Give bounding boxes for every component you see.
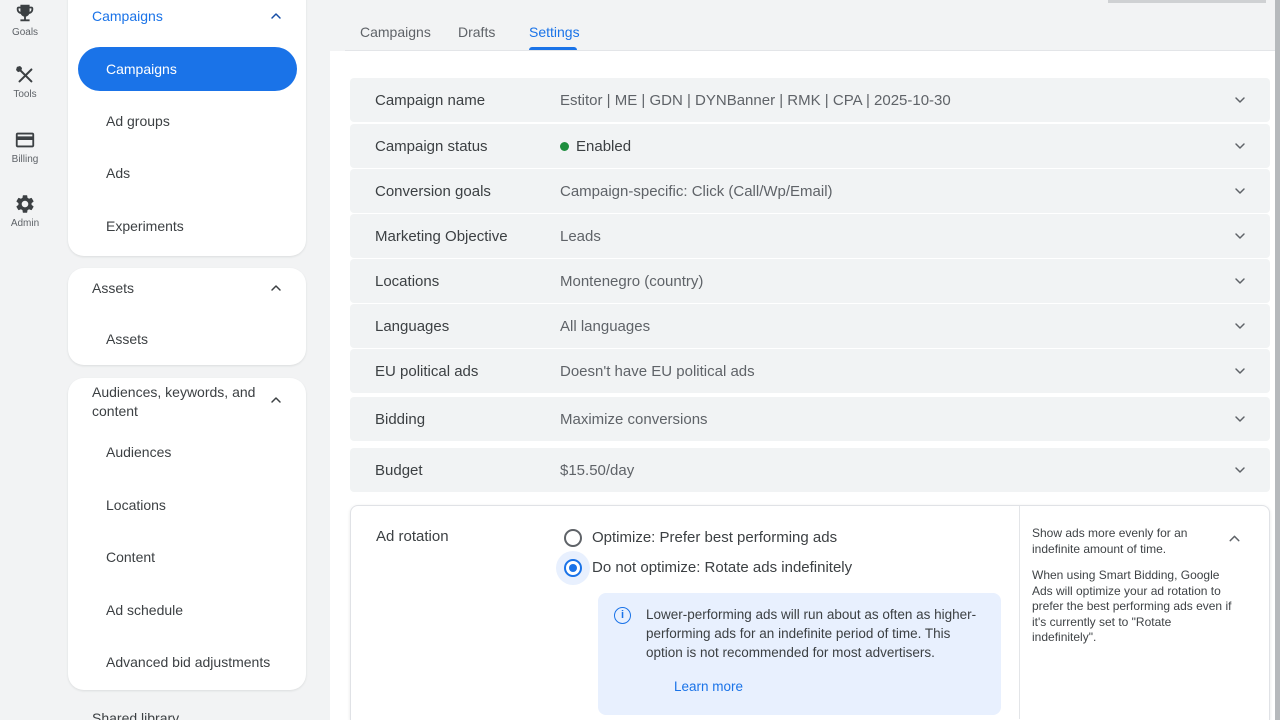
chevron-down-icon[interactable] bbox=[1232, 138, 1248, 154]
rail-item-goals[interactable]: Goals bbox=[0, 2, 50, 38]
chevron-down-icon[interactable] bbox=[1232, 363, 1248, 379]
settings-row-marketing-objective[interactable]: Marketing Objective Leads bbox=[350, 214, 1270, 258]
info-callout: i Lower-performing ads will run about as… bbox=[598, 593, 1001, 715]
nav-item-ad-groups[interactable]: Ad groups bbox=[106, 112, 170, 130]
chevron-up-icon[interactable] bbox=[1226, 530, 1243, 552]
nav-item-audiences[interactable]: Audiences bbox=[106, 443, 171, 461]
nav-section-title-audiences[interactable]: Audiences, keywords, and content bbox=[92, 383, 258, 421]
chevron-down-icon[interactable] bbox=[1232, 411, 1248, 427]
radio-label-optimize[interactable]: Optimize: Prefer best performing ads bbox=[592, 529, 837, 546]
nav-item-label: Campaigns bbox=[106, 61, 177, 77]
chevron-down-icon[interactable] bbox=[1232, 273, 1248, 289]
row-value: Enabled bbox=[576, 138, 631, 155]
gear-icon bbox=[0, 193, 50, 215]
row-value: Maximize conversions bbox=[560, 411, 708, 428]
settings-row-budget[interactable]: Budget $15.50/day bbox=[350, 448, 1270, 492]
settings-row-languages[interactable]: Languages All languages bbox=[350, 304, 1270, 348]
google-ads-screen: Goals Tools Billing Admin Campaigns Camp… bbox=[0, 0, 1280, 720]
chevron-up-icon[interactable] bbox=[268, 8, 284, 29]
settings-row-campaign-name[interactable]: Campaign name Estitor | ME | GDN | DYNBa… bbox=[350, 78, 1270, 122]
row-label: Marketing Objective bbox=[375, 228, 560, 245]
nav-section-campaigns: Campaigns Campaigns Ad groups Ads Experi… bbox=[68, 0, 306, 256]
chevron-down-icon[interactable] bbox=[1232, 92, 1248, 108]
help-paragraph: When using Smart Bidding, Google Ads wil… bbox=[1032, 568, 1234, 646]
credit-card-icon bbox=[0, 129, 50, 151]
nav-item-experiments[interactable]: Experiments bbox=[106, 217, 184, 235]
help-panel: Show ads more evenly for an indefinite a… bbox=[1032, 526, 1234, 646]
row-label: Bidding bbox=[375, 411, 560, 428]
chevron-down-icon[interactable] bbox=[1232, 228, 1248, 244]
settings-row-ad-rotation-expanded: Ad rotation Optimize: Prefer best perfor… bbox=[350, 505, 1270, 720]
help-paragraph: Show ads more evenly for an indefinite a… bbox=[1032, 526, 1234, 557]
radio-optimize[interactable] bbox=[564, 529, 582, 547]
rail-item-billing[interactable]: Billing bbox=[0, 129, 50, 165]
settings-row-conversion-goals[interactable]: Conversion goals Campaign-specific: Clic… bbox=[350, 169, 1270, 213]
row-value: Estitor | ME | GDN | DYNBanner | RMK | C… bbox=[560, 92, 951, 109]
nav-item-advanced-bid-adjustments[interactable]: Advanced bid adjustments bbox=[106, 653, 270, 671]
row-value: Doesn't have EU political ads bbox=[560, 363, 755, 380]
radio-label-do-not-optimize[interactable]: Do not optimize: Rotate ads indefinitely bbox=[592, 559, 852, 576]
info-text: Lower-performing ads will run about as o… bbox=[646, 605, 986, 662]
row-value: Montenegro (country) bbox=[560, 273, 703, 290]
rail-item-tools[interactable]: Tools bbox=[0, 64, 50, 100]
row-label: Conversion goals bbox=[375, 183, 560, 200]
nav-item-assets[interactable]: Assets bbox=[106, 330, 148, 348]
help-panel-divider bbox=[1019, 506, 1020, 719]
row-value: All languages bbox=[560, 318, 650, 335]
nav-section-assets: Assets Assets bbox=[68, 268, 306, 365]
info-icon: i bbox=[614, 607, 631, 624]
tab-drafts[interactable]: Drafts bbox=[458, 24, 495, 40]
nav-item-ad-schedule[interactable]: Ad schedule bbox=[106, 601, 183, 619]
tab-divider bbox=[345, 50, 1280, 51]
rail-label: Tools bbox=[0, 89, 50, 100]
chevron-down-icon[interactable] bbox=[1232, 462, 1248, 478]
nav-section-audiences: Audiences, keywords, and content Audienc… bbox=[68, 378, 306, 690]
tab-campaigns[interactable]: Campaigns bbox=[360, 24, 431, 40]
row-label: EU political ads bbox=[375, 363, 560, 380]
nav-item-ads[interactable]: Ads bbox=[106, 164, 130, 182]
row-label: Campaign status bbox=[375, 138, 560, 155]
horizontal-scrollbar-edge[interactable] bbox=[1108, 0, 1266, 3]
learn-more-link[interactable]: Learn more bbox=[674, 679, 743, 694]
radio-do-not-optimize[interactable] bbox=[564, 559, 582, 577]
row-value: Leads bbox=[560, 228, 601, 245]
rail-label: Goals bbox=[0, 27, 50, 38]
rail-label: Billing bbox=[0, 154, 50, 165]
chevron-down-icon[interactable] bbox=[1232, 183, 1248, 199]
tools-icon bbox=[0, 64, 50, 86]
row-value: $15.50/day bbox=[560, 462, 634, 479]
settings-row-eu-political-ads[interactable]: EU political ads Doesn't have EU politic… bbox=[350, 349, 1270, 393]
trophy-icon bbox=[0, 2, 50, 24]
row-value: Campaign-specific: Click (Call/Wp/Email) bbox=[560, 183, 833, 200]
row-label: Ad rotation bbox=[376, 528, 449, 545]
nav-section-title-campaigns[interactable]: Campaigns bbox=[92, 7, 163, 26]
row-label: Locations bbox=[375, 273, 560, 290]
tab-settings[interactable]: Settings bbox=[529, 24, 580, 40]
settings-row-campaign-status[interactable]: Campaign status Enabled bbox=[350, 124, 1270, 168]
nav-section-title-shared-library[interactable]: Shared library bbox=[92, 710, 179, 720]
chevron-up-icon[interactable] bbox=[268, 392, 284, 413]
vertical-scrollbar[interactable] bbox=[1275, 0, 1280, 720]
row-label: Languages bbox=[375, 318, 560, 335]
rail-label: Admin bbox=[0, 218, 50, 229]
nav-item-campaigns-selected[interactable]: Campaigns bbox=[78, 47, 297, 91]
settings-row-locations[interactable]: Locations Montenegro (country) bbox=[350, 259, 1270, 303]
nav-item-content[interactable]: Content bbox=[106, 548, 155, 566]
nav-section-title-assets[interactable]: Assets bbox=[92, 279, 134, 298]
row-label: Campaign name bbox=[375, 92, 560, 109]
status-enabled-dot bbox=[560, 142, 569, 151]
chevron-up-icon[interactable] bbox=[268, 280, 284, 301]
settings-row-bidding[interactable]: Bidding Maximize conversions bbox=[350, 397, 1270, 441]
row-label: Budget bbox=[375, 462, 560, 479]
nav-item-locations[interactable]: Locations bbox=[106, 496, 166, 514]
rail-item-admin[interactable]: Admin bbox=[0, 193, 50, 229]
chevron-down-icon[interactable] bbox=[1232, 318, 1248, 334]
